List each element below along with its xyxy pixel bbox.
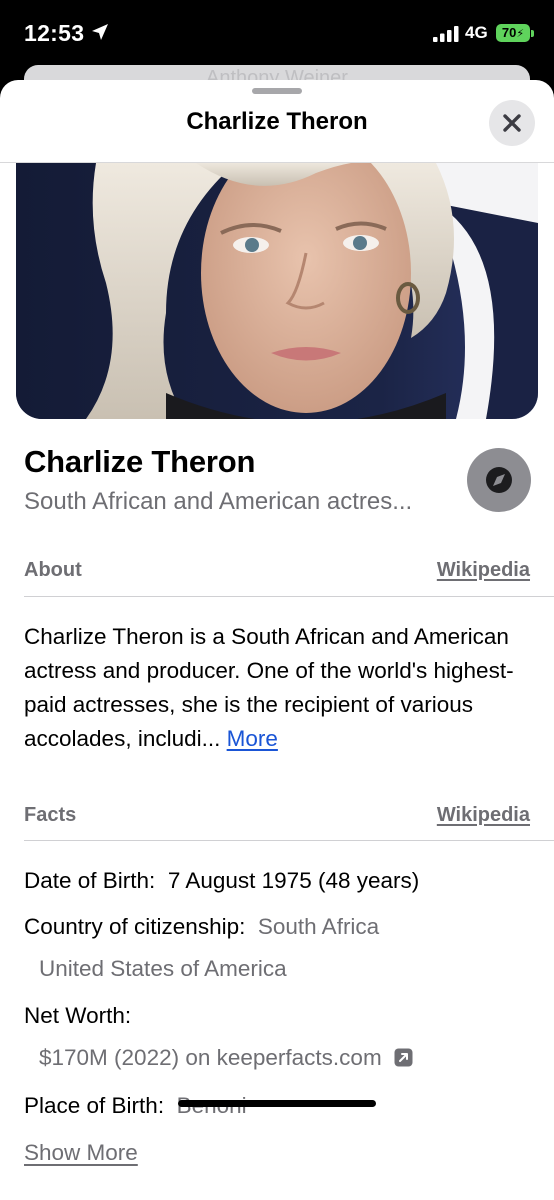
show-more-button[interactable]: Show More — [24, 1140, 138, 1166]
fact-date-of-birth: Date of Birth: 7 August 1975 (48 years) — [24, 868, 419, 894]
fact-value: 7 August 1975 (48 years) — [167, 868, 420, 893]
home-indicator[interactable] — [178, 1100, 376, 1107]
compass-icon — [486, 467, 512, 493]
about-text: Charlize Theron is a South African and A… — [24, 620, 534, 756]
fact-value[interactable]: $170M (2022) on keeperfacts.com — [39, 1045, 382, 1070]
profile-photo[interactable] — [16, 163, 538, 419]
about-source-link[interactable]: Wikipedia — [437, 559, 530, 582]
network-type: 4G — [465, 23, 488, 42]
sheet-title: Charlize Theron — [186, 108, 368, 135]
fact-value[interactable]: South Africa — [258, 914, 379, 939]
signal-icon — [433, 26, 459, 42]
facts-label: Facts — [24, 804, 77, 826]
battery-tip — [531, 30, 534, 37]
profile-subtitle: South African and American actres... — [24, 488, 413, 515]
fact-label: Country of citizenship: — [24, 914, 246, 939]
about-divider — [24, 596, 554, 597]
more-link[interactable]: More — [227, 726, 278, 751]
battery-icon: 70⚡ — [496, 24, 530, 42]
close-button[interactable] — [489, 100, 535, 146]
fact-net-worth: Net Worth: — [24, 1003, 131, 1029]
fact-label: Net Worth: — [24, 1003, 132, 1028]
profile-name: Charlize Theron — [24, 444, 256, 479]
about-label: About — [24, 559, 82, 581]
fact-net-worth-value[interactable]: $170M (2022) on keeperfacts.com — [39, 1045, 413, 1071]
fact-label: Place of Birth: — [24, 1093, 165, 1118]
facts-divider — [24, 840, 554, 841]
battery-level: 70 — [501, 25, 517, 40]
fact-citizenship: Country of citizenship: South Africa — [24, 914, 379, 940]
external-link-icon — [394, 1048, 413, 1067]
close-icon — [503, 114, 521, 132]
status-time: 12:53 — [24, 20, 85, 46]
explore-button[interactable] — [467, 448, 531, 512]
location-arrow-icon — [92, 24, 108, 40]
knowledge-sheet: Charlize Theron Charlize Theron South Af… — [0, 80, 554, 1200]
sheet-grabber[interactable] — [252, 88, 302, 94]
fact-label: Date of Birth: — [24, 868, 156, 893]
status-bar: 12:53 4G 70⚡ — [0, 0, 554, 64]
fact-value[interactable]: United States of America — [39, 956, 287, 982]
facts-source-link[interactable]: Wikipedia — [437, 804, 530, 827]
